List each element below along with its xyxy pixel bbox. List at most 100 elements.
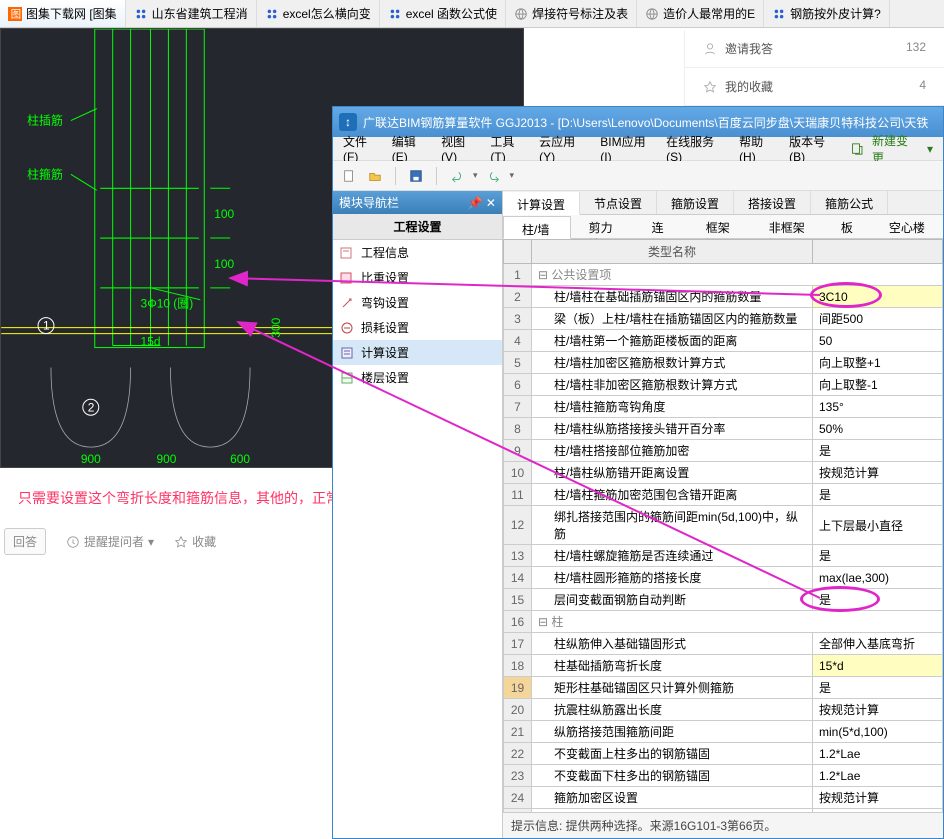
- redo-button[interactable]: [484, 166, 504, 186]
- setting-value[interactable]: 50%: [813, 418, 943, 440]
- subtab-2[interactable]: 箍筋设置: [657, 191, 734, 214]
- typetab-5[interactable]: 板: [823, 215, 871, 238]
- nav-item-4[interactable]: 计算设置: [333, 340, 502, 365]
- browser-tab-0[interactable]: 图图集下载网 [图集: [0, 0, 126, 27]
- group-row[interactable]: ⊟ 柱: [532, 611, 943, 633]
- setting-name[interactable]: 梁（板）上柱/墙柱在插筋锚固区内的箍筋数量: [532, 308, 813, 330]
- setting-value[interactable]: 3C10: [813, 286, 943, 308]
- browser-tab-1[interactable]: 山东省建筑工程消: [126, 0, 257, 27]
- setting-value[interactable]: 是: [813, 484, 943, 506]
- setting-value[interactable]: 基础顶部: [813, 809, 943, 813]
- setting-name[interactable]: 柱/墙柱圆形箍筋的搭接长度: [532, 567, 813, 589]
- group-row[interactable]: ⊟ 公共设置项: [532, 264, 943, 286]
- setting-name[interactable]: 柱/墙柱在基础插筋锚固区内的箍筋数量: [532, 286, 813, 308]
- open-file-button[interactable]: [365, 166, 385, 186]
- typetab-3[interactable]: 框架梁: [688, 215, 751, 238]
- dim-900b: 900: [156, 452, 176, 466]
- favorites-row[interactable]: 我的收藏 4: [685, 68, 944, 106]
- browser-tab-6[interactable]: 钢筋按外皮计算?: [764, 0, 890, 27]
- typetab-4[interactable]: 非框架梁: [751, 215, 823, 238]
- subtab-0[interactable]: 计算设置: [503, 192, 580, 215]
- setting-value[interactable]: 按规范计算: [813, 787, 943, 809]
- setting-name[interactable]: 层间变截面钢筋自动判断: [532, 589, 813, 611]
- setting-value[interactable]: 全部伸入基底弯折: [813, 633, 943, 655]
- subtab-3[interactable]: 搭接设置: [734, 191, 811, 214]
- browser-tab-4[interactable]: 焊接符号标注及表: [506, 0, 637, 27]
- setting-name[interactable]: 绑扎搭接范围内的箍筋间距min(5d,100)中，纵筋: [532, 506, 813, 545]
- setting-value[interactable]: max(lae,300): [813, 567, 943, 589]
- nav-item-5[interactable]: 楼层设置: [333, 365, 502, 390]
- setting-value[interactable]: 向上取整-1: [813, 374, 943, 396]
- setting-name[interactable]: 柱/墙柱加密区箍筋根数计算方式: [532, 352, 813, 374]
- nav-item-icon: [339, 295, 355, 311]
- row-num: 22: [504, 743, 532, 765]
- browser-tab-2[interactable]: excel怎么横向变: [257, 0, 380, 27]
- menu-bar: 文件(F)编辑(E)视图(V)工具(T)云应用(Y)BIM应用(I)在线服务(S…: [333, 137, 943, 161]
- setting-name[interactable]: 柱纵筋伸入基础锚固形式: [532, 633, 813, 655]
- favicon-icon: [772, 7, 786, 21]
- setting-name[interactable]: 柱/墙柱箍筋弯钩角度: [532, 396, 813, 418]
- row-num: 7: [504, 396, 532, 418]
- fav-link[interactable]: 收藏: [174, 533, 216, 550]
- answer-button[interactable]: 回答: [4, 528, 46, 555]
- subtab-1[interactable]: 节点设置: [580, 191, 657, 214]
- setting-value[interactable]: 是: [813, 440, 943, 462]
- pin-icon[interactable]: 📌 ✕: [468, 196, 496, 210]
- setting-value[interactable]: 是: [813, 677, 943, 699]
- setting-value[interactable]: 上下层最小直径: [813, 506, 943, 545]
- remind-link[interactable]: 提醒提问者 ▾: [66, 533, 154, 550]
- setting-value[interactable]: 15*d: [813, 655, 943, 677]
- browser-tab-5[interactable]: 造价人最常用的E: [637, 0, 764, 27]
- setting-name[interactable]: 矩形柱基础锚固区只计算外侧箍筋: [532, 677, 813, 699]
- setting-name[interactable]: 箍筋加密区设置: [532, 787, 813, 809]
- setting-name[interactable]: 纵筋搭接范围箍筋间距: [532, 721, 813, 743]
- favicon-icon: 图: [8, 7, 22, 21]
- setting-value[interactable]: 50: [813, 330, 943, 352]
- nav-item-2[interactable]: 弯钩设置: [333, 290, 502, 315]
- nav-item-icon: [339, 345, 355, 361]
- marker-2: 2: [88, 400, 95, 414]
- subtab-4[interactable]: 箍筋公式: [811, 191, 888, 214]
- plus-doc-icon: [850, 142, 864, 156]
- setting-value[interactable]: 向上取整+1: [813, 352, 943, 374]
- svg-text:图: 图: [11, 8, 22, 20]
- setting-name[interactable]: 柱/墙柱螺旋箍筋是否连续通过: [532, 545, 813, 567]
- setting-name[interactable]: 柱/墙柱非加密区箍筋根数计算方式: [532, 374, 813, 396]
- setting-value[interactable]: 间距500: [813, 308, 943, 330]
- typetab-1[interactable]: 剪力墙: [571, 215, 634, 238]
- setting-name[interactable]: 抗震柱纵筋露出长度: [532, 699, 813, 721]
- typetab-2[interactable]: 连梁: [634, 215, 688, 238]
- setting-value[interactable]: min(5*d,100): [813, 721, 943, 743]
- settings-grid[interactable]: 类型名称 1⊟ 公共设置项2柱/墙柱在基础插筋锚固区内的箍筋数量3C103梁（板…: [503, 239, 943, 812]
- setting-name[interactable]: 柱/墙柱箍筋加密范围包含错开距离: [532, 484, 813, 506]
- setting-value[interactable]: 是: [813, 589, 943, 611]
- setting-name[interactable]: 不变截面上柱多出的钢筋锚固: [532, 743, 813, 765]
- invite-row[interactable]: 邀请我答 132: [685, 30, 944, 68]
- row-num: 10: [504, 462, 532, 484]
- undo-button[interactable]: [447, 166, 467, 186]
- setting-name[interactable]: 嵌固部位设置: [532, 809, 813, 813]
- nav-item-3[interactable]: 损耗设置: [333, 315, 502, 340]
- new-file-button[interactable]: [339, 166, 359, 186]
- row-num: 23: [504, 765, 532, 787]
- typetab-6[interactable]: 空心楼盖: [871, 215, 943, 238]
- setting-value[interactable]: 135°: [813, 396, 943, 418]
- setting-value[interactable]: 是: [813, 545, 943, 567]
- nav-item-0[interactable]: 工程信息: [333, 240, 502, 265]
- row-num: 9: [504, 440, 532, 462]
- setting-name[interactable]: 柱/墙柱搭接部位箍筋加密: [532, 440, 813, 462]
- nav-item-1[interactable]: 比重设置: [333, 265, 502, 290]
- typetab-0[interactable]: 柱/墙柱: [503, 216, 571, 239]
- setting-name[interactable]: 不变截面下柱多出的钢筋锚固: [532, 765, 813, 787]
- setting-name[interactable]: 柱/墙柱第一个箍筋距楼板面的距离: [532, 330, 813, 352]
- nav-item-icon: [339, 270, 355, 286]
- setting-value[interactable]: 1.2*Lae: [813, 743, 943, 765]
- setting-value[interactable]: 按规范计算: [813, 699, 943, 721]
- setting-name[interactable]: 柱基础插筋弯折长度: [532, 655, 813, 677]
- setting-name[interactable]: 柱/墙柱纵筋错开距离设置: [532, 462, 813, 484]
- setting-value[interactable]: 按规范计算: [813, 462, 943, 484]
- save-button[interactable]: [406, 166, 426, 186]
- setting-value[interactable]: 1.2*Lae: [813, 765, 943, 787]
- browser-tab-3[interactable]: excel 函数公式使: [380, 0, 506, 27]
- setting-name[interactable]: 柱/墙柱纵筋搭接接头错开百分率: [532, 418, 813, 440]
